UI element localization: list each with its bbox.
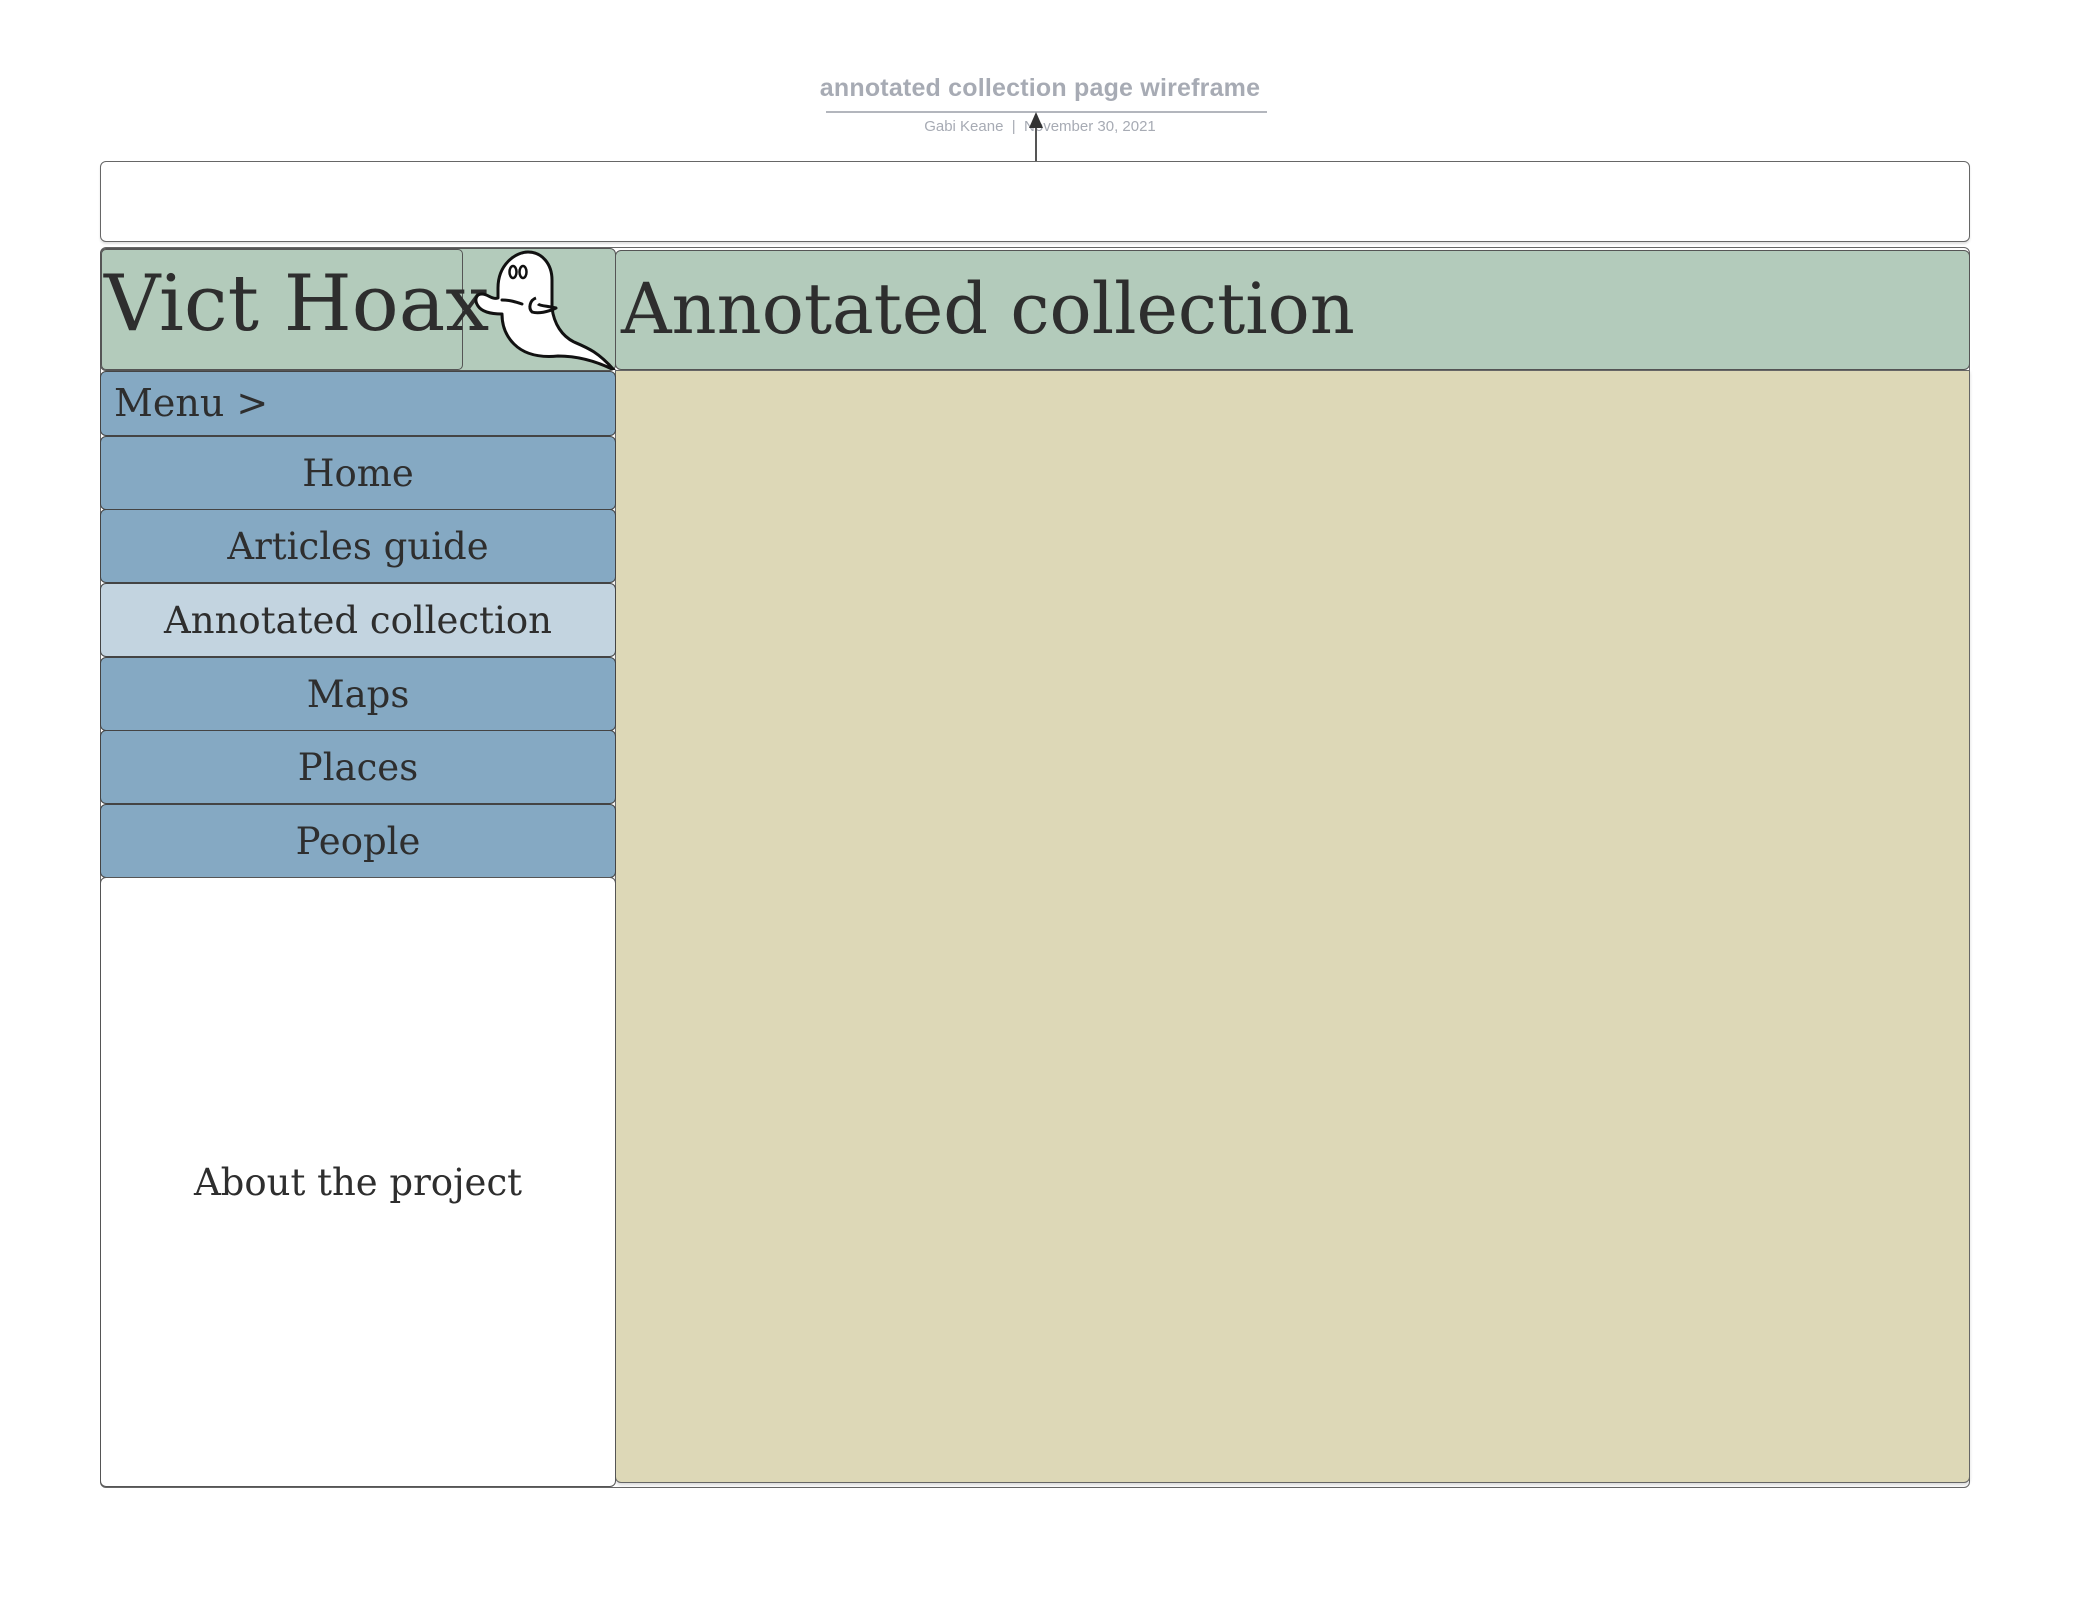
page-title: Annotated collection [621, 268, 1355, 350]
menu-toggle-label: Menu > [114, 381, 269, 425]
sidebar-item-places[interactable]: Places [100, 730, 616, 804]
author-name: Gabi Keane [924, 118, 1004, 135]
sidebar-item-articles-guide[interactable]: Articles guide [100, 509, 616, 583]
about-project-label: About the project [193, 1160, 523, 1204]
document-title: annotated collection page wireframe [819, 74, 1261, 102]
sidebar-item-label: Articles guide [227, 524, 489, 568]
sidebar-item-label: Maps [306, 672, 410, 716]
site-logo-text: Vict Hoax [104, 259, 490, 349]
sidebar-item-people[interactable]: People [100, 804, 616, 878]
about-project-panel[interactable]: About the project [100, 877, 616, 1487]
sidebar-item-home[interactable]: Home [100, 436, 616, 510]
sidebar-item-label: Places [297, 745, 419, 789]
document-date: November 30, 2021 [1024, 118, 1156, 135]
sidebar-item-label: Annotated collection [164, 598, 552, 642]
sidebar-item-label: People [295, 819, 421, 863]
sidebar-item-label: Home [302, 451, 414, 495]
content-body [615, 370, 1970, 1483]
sidebar-item-annotated-collection[interactable]: Annotated collection [100, 583, 616, 657]
sidebar-item-maps[interactable]: Maps [100, 657, 616, 731]
top-header-bar [100, 161, 1970, 242]
ghost-icon [474, 250, 616, 370]
connector-arrowhead [1029, 112, 1043, 128]
meta-separator: | [1011, 118, 1016, 135]
title-underline [826, 111, 1267, 113]
